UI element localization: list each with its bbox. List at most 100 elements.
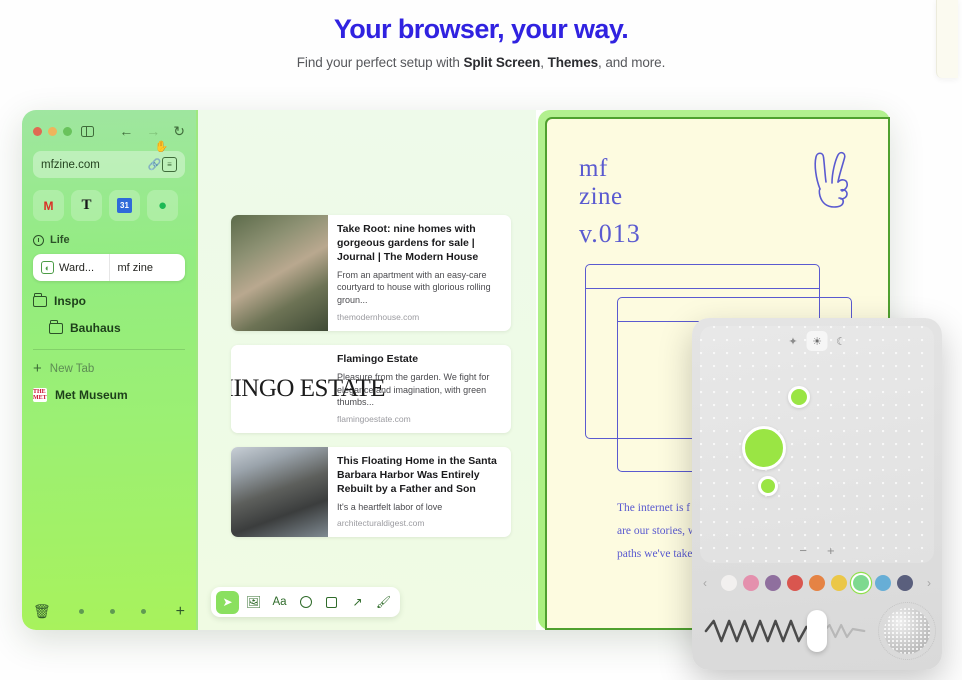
thumbnail-wordmark: FLAMINGO ESTATE [231, 375, 385, 403]
page-subtitle: Find your perfect setup with Split Scree… [0, 55, 962, 70]
nyt-app-icon[interactable]: T [71, 190, 102, 221]
moon-icon[interactable]: ☾ [831, 331, 852, 351]
article-card-body: Take Root: nine homes with gorgeous gard… [328, 215, 511, 331]
space-dot[interactable] [140, 609, 146, 614]
red-swatch[interactable] [787, 575, 803, 591]
brush-tool[interactable]: 🖌 [372, 591, 395, 614]
cursor-tool[interactable]: ➤ [216, 590, 239, 614]
sidebar-dock: 🗑 + [33, 603, 185, 620]
clock-icon [33, 234, 44, 246]
yellow-swatch[interactable] [831, 575, 847, 591]
back-arrow-icon[interactable]: ← [119, 124, 133, 138]
grain-slider[interactable] [704, 608, 874, 654]
blue-swatch[interactable] [875, 575, 891, 591]
space-pagination-dots [78, 609, 146, 614]
tab-wardrobe[interactable]: ◐ Ward... [33, 254, 109, 281]
spotify-glyph: ● [157, 197, 168, 214]
navigation-controls: ← → ↻ [119, 124, 185, 138]
app-shortcut-row: M T 31 ● [33, 190, 185, 221]
moon-glyph: ☾ [836, 335, 846, 348]
article-card-body: This Floating Home in the Santa Barbara … [328, 447, 511, 537]
subtitle-mid: , [540, 55, 548, 70]
sidebar-folder-bauhaus[interactable]: Bauhaus [49, 319, 185, 335]
article-card[interactable]: FLAMINGO ESTATE Flamingo Estate Pleasure… [231, 344, 511, 434]
arrow-icon: ↗ [352, 595, 363, 609]
subtitle-post: , and more. [598, 55, 666, 70]
brush-icon: 🖌 [375, 595, 392, 609]
address-bar[interactable]: mfzine.com 🔗 ≡ [33, 151, 185, 178]
tab-wardrobe-label: Ward... [59, 261, 95, 274]
chevron-left-icon[interactable]: ‹ [703, 576, 707, 590]
image-tool[interactable]: 🖼 [242, 591, 265, 614]
article-card[interactable]: This Floating Home in the Santa Barbara … [231, 447, 511, 538]
gradient-editor[interactable]: ✦ ☀ ☾ − + [700, 326, 934, 563]
texture-preview-sphere[interactable] [878, 602, 936, 660]
gmail-app-icon[interactable]: M [33, 190, 64, 221]
gradient-stop-handle[interactable] [758, 476, 778, 496]
minimize-button[interactable] [48, 126, 57, 136]
plus-icon: + [33, 360, 42, 377]
article-thumbnail [231, 215, 328, 331]
reload-icon[interactable]: ↻ [173, 124, 185, 138]
space-label: Life [50, 234, 70, 246]
archive-icon[interactable]: 🗑 [33, 603, 51, 620]
white-swatch[interactable] [721, 575, 737, 591]
zine-title-line2: zine [579, 183, 623, 210]
purple-swatch[interactable] [765, 575, 781, 591]
square-tool[interactable] [320, 591, 343, 614]
article-description: From an apartment with an easy-care cour… [337, 269, 491, 306]
calendar-app-icon[interactable]: 31 [109, 190, 140, 221]
gradient-stop-handle[interactable] [742, 426, 786, 470]
tab-mf-zine[interactable]: ✋ mf zine [108, 141, 186, 281]
subtitle-themes: Themes [547, 55, 599, 70]
color-swatches [721, 575, 913, 591]
article-source: architecturaldigest.com [337, 518, 425, 529]
article-title: Flamingo Estate [337, 352, 419, 365]
space-header-life[interactable]: Life [33, 234, 185, 246]
arrow-tool[interactable]: ↗ [346, 591, 369, 614]
article-source: flamingoestate.com [337, 414, 411, 425]
zoom-out-button[interactable]: − [799, 543, 807, 558]
sun-icon[interactable]: ☀ [806, 331, 828, 351]
window-controls-row: ← → ↻ [33, 122, 185, 140]
link-icon[interactable]: 🔗 [147, 157, 162, 172]
zine-title-line1: mf [579, 155, 608, 182]
article-description: It's a heartfelt labor of love [337, 501, 443, 512]
settings-sliders-icon[interactable]: ≡ [162, 157, 177, 172]
article-card[interactable]: Take Root: nine homes with gorgeous gard… [231, 215, 511, 331]
color-swatch-row: ‹ › [700, 572, 934, 594]
sidebar-item-met-museum[interactable]: THE MET Met Museum [33, 388, 185, 402]
sparkle-icon[interactable]: ✦ [783, 331, 804, 351]
sidebar-toggle-icon[interactable] [81, 125, 94, 137]
square-icon [326, 596, 337, 608]
close-button[interactable] [33, 126, 42, 136]
text-tool[interactable]: Aa [268, 591, 291, 614]
green-swatch[interactable] [853, 575, 869, 591]
calendar-glyph: 31 [117, 198, 132, 213]
split-tab-group: ◐ Ward... ✋ mf zine [33, 141, 186, 281]
chevron-right-icon[interactable]: › [927, 576, 931, 590]
spotify-app-icon[interactable]: ● [147, 190, 178, 221]
orange-swatch[interactable] [809, 575, 825, 591]
article-card-list: Take Root: nine homes with gorgeous gard… [231, 215, 511, 551]
page-root: Your browser, your way. Find your perfec… [0, 0, 962, 680]
circle-tool[interactable] [294, 591, 317, 614]
page-title: Your browser, your way. [333, 14, 629, 44]
space-dot[interactable] [109, 609, 115, 614]
zoom-in-button[interactable]: + [827, 543, 835, 558]
space-dot[interactable] [78, 609, 84, 614]
maximize-button[interactable] [63, 126, 72, 136]
pink-swatch[interactable] [743, 575, 759, 591]
forward-arrow-icon[interactable]: → [146, 124, 160, 138]
grain-slider-handle[interactable] [807, 610, 827, 652]
folder-bauhaus-label: Bauhaus [70, 321, 121, 335]
gradient-stop-handle[interactable] [788, 386, 810, 408]
wardrobe-icon: ◐ [41, 261, 54, 274]
navy-swatch[interactable] [897, 575, 913, 591]
new-tab-button[interactable]: + New Tab [33, 361, 185, 376]
image-icon: 🖼 [245, 595, 262, 609]
sidebar-folder-inspo[interactable]: Inspo [33, 292, 185, 308]
add-space-button[interactable]: + [176, 603, 185, 620]
zine-window-bar [585, 288, 820, 290]
new-tab-label: New Tab [49, 362, 95, 375]
